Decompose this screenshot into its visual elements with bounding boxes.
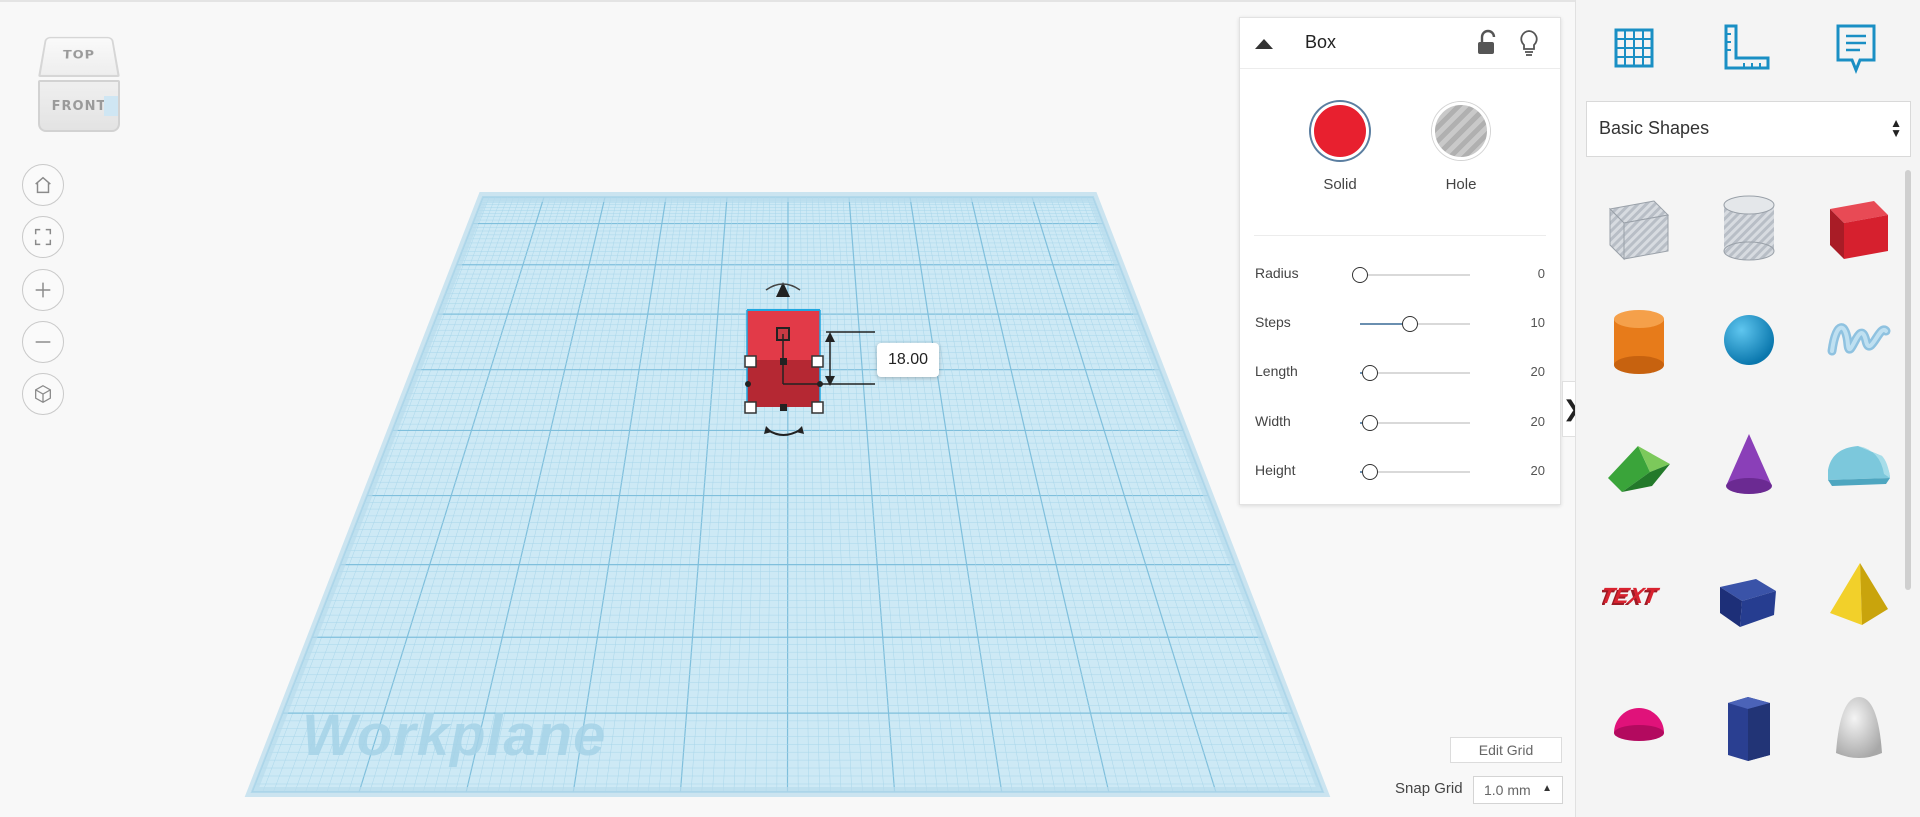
perspective-button[interactable] [22, 373, 64, 415]
paraboloid-icon [1836, 697, 1882, 758]
ruler-tool-icon[interactable] [1718, 20, 1774, 76]
lightbulb-icon[interactable] [1516, 28, 1542, 58]
shape-wedge[interactable] [1711, 556, 1787, 636]
property-value[interactable]: 10 [1531, 315, 1545, 330]
select-arrows-icon: ▲ ▼ [1890, 116, 1902, 140]
snap-grid-select[interactable]: 1.0 mm ▲ [1473, 776, 1563, 804]
view-cube-top[interactable]: TOP [38, 36, 120, 78]
property-row-steps: Steps 10 [1255, 311, 1545, 337]
inspector-title: Box [1305, 32, 1337, 52]
shape-box[interactable] [1821, 186, 1897, 266]
unlock-icon[interactable] [1474, 29, 1500, 57]
property-value[interactable]: 20 [1531, 364, 1545, 379]
workplane-watermark: Workplane [302, 703, 607, 768]
shape-category-select[interactable]: Basic Shapes ▲ ▼ [1586, 101, 1911, 157]
zoom-in-button[interactable] [22, 269, 64, 311]
cube-icon [35, 385, 51, 403]
slider-knob[interactable] [1361, 464, 1378, 480]
shape-paraboloid[interactable] [1821, 688, 1897, 768]
shape-text[interactable]: TEXT TEXT [1601, 556, 1677, 636]
sphere-icon [1724, 315, 1774, 365]
shape-round-roof[interactable] [1821, 425, 1897, 505]
property-slider[interactable] [1360, 415, 1470, 431]
property-row-radius: Radius 0 [1255, 262, 1545, 288]
view-cube[interactable]: TOP FRONT [36, 32, 122, 136]
pyramid-icon [1830, 563, 1888, 625]
view-cube-corner[interactable] [104, 96, 118, 116]
hole-option[interactable]: Hole [1421, 102, 1501, 193]
property-row-length: Length 20 [1255, 360, 1545, 386]
snap-grid-label: Snap Grid [1395, 780, 1463, 797]
caret-up-icon: ▲ [1542, 783, 1552, 794]
cylinder-hole-icon [1723, 195, 1775, 261]
wedge-icon [1720, 579, 1776, 627]
slider-knob[interactable] [1361, 415, 1378, 431]
round-roof-icon [1828, 446, 1890, 486]
shape-half-sphere[interactable] [1601, 688, 1677, 768]
solid-option[interactable]: Solid [1300, 102, 1380, 193]
chevron-up-icon [1255, 39, 1273, 49]
shape-cone[interactable] [1711, 425, 1787, 505]
shape-inspector: Box Solid Hole Radius 0 Steps 10 Length … [1239, 17, 1561, 505]
workplane-tool-icon[interactable] [1606, 20, 1662, 76]
slider-knob[interactable] [1352, 267, 1368, 283]
shape-sphere[interactable] [1711, 300, 1787, 380]
solid-color-swatch[interactable] [1311, 102, 1369, 160]
polygon-icon [1728, 697, 1770, 761]
notes-tool-icon[interactable] [1828, 20, 1884, 76]
property-slider[interactable] [1360, 365, 1470, 381]
shape-cylinder[interactable] [1601, 300, 1677, 380]
plus-icon [35, 282, 51, 298]
home-icon [35, 176, 51, 194]
scribble-icon [1827, 323, 1891, 356]
property-row-height: Height 20 [1255, 459, 1545, 485]
slider-knob[interactable] [1361, 365, 1378, 381]
home-view-button[interactable] [22, 164, 64, 206]
shapes-panel: Basic Shapes ▲ ▼ TEXT TEXT [1575, 0, 1920, 817]
shapes-scrollbar[interactable] [1905, 170, 1911, 590]
hole-label: Hole [1445, 176, 1477, 193]
shape-polygon[interactable] [1711, 688, 1787, 768]
property-slider[interactable] [1360, 464, 1470, 480]
box-hole-icon [1608, 200, 1670, 261]
property-label: Length [1255, 363, 1298, 379]
edit-grid-button[interactable]: Edit Grid [1450, 737, 1562, 763]
property-label: Width [1255, 413, 1291, 429]
shape-scribble[interactable] [1821, 300, 1897, 380]
box-icon [1830, 201, 1888, 259]
property-slider[interactable] [1352, 267, 1470, 283]
zoom-out-button[interactable] [22, 321, 64, 363]
roof-icon [1608, 446, 1670, 492]
inspector-header: Box [1240, 18, 1560, 69]
property-slider[interactable] [1360, 316, 1470, 332]
property-row-width: Width 20 [1255, 410, 1545, 436]
shape-box-hole[interactable] [1601, 186, 1677, 266]
cylinder-icon [1614, 310, 1664, 374]
shape-category-label: Basic Shapes [1599, 118, 1710, 138]
property-label: Height [1255, 462, 1296, 478]
property-value[interactable]: 20 [1531, 463, 1545, 478]
snap-grid-value: 1.0 mm [1484, 782, 1531, 798]
property-label: Steps [1255, 314, 1291, 330]
shape-roof[interactable] [1601, 425, 1677, 505]
property-value[interactable]: 20 [1531, 414, 1545, 429]
solid-label: Solid [1323, 176, 1357, 193]
dimension-input[interactable]: 18.00 [877, 343, 939, 377]
fit-icon [34, 228, 52, 246]
shape-cylinder-hole[interactable] [1711, 186, 1787, 266]
property-label: Radius [1255, 265, 1299, 281]
inspector-divider [1254, 235, 1546, 236]
shape-pyramid[interactable] [1821, 556, 1897, 636]
property-value[interactable]: 0 [1538, 266, 1545, 281]
slider-knob[interactable] [1401, 316, 1418, 332]
cone-icon [1726, 434, 1772, 494]
half-sphere-icon [1614, 708, 1664, 741]
minus-icon [35, 341, 51, 343]
collapse-inspector-button[interactable] [1252, 32, 1276, 56]
text-icon: TEXT TEXT [1602, 583, 1662, 610]
hole-swatch[interactable] [1432, 102, 1490, 160]
svg-text:TEXT: TEXT [1602, 583, 1662, 608]
fit-view-button[interactable] [22, 216, 64, 258]
